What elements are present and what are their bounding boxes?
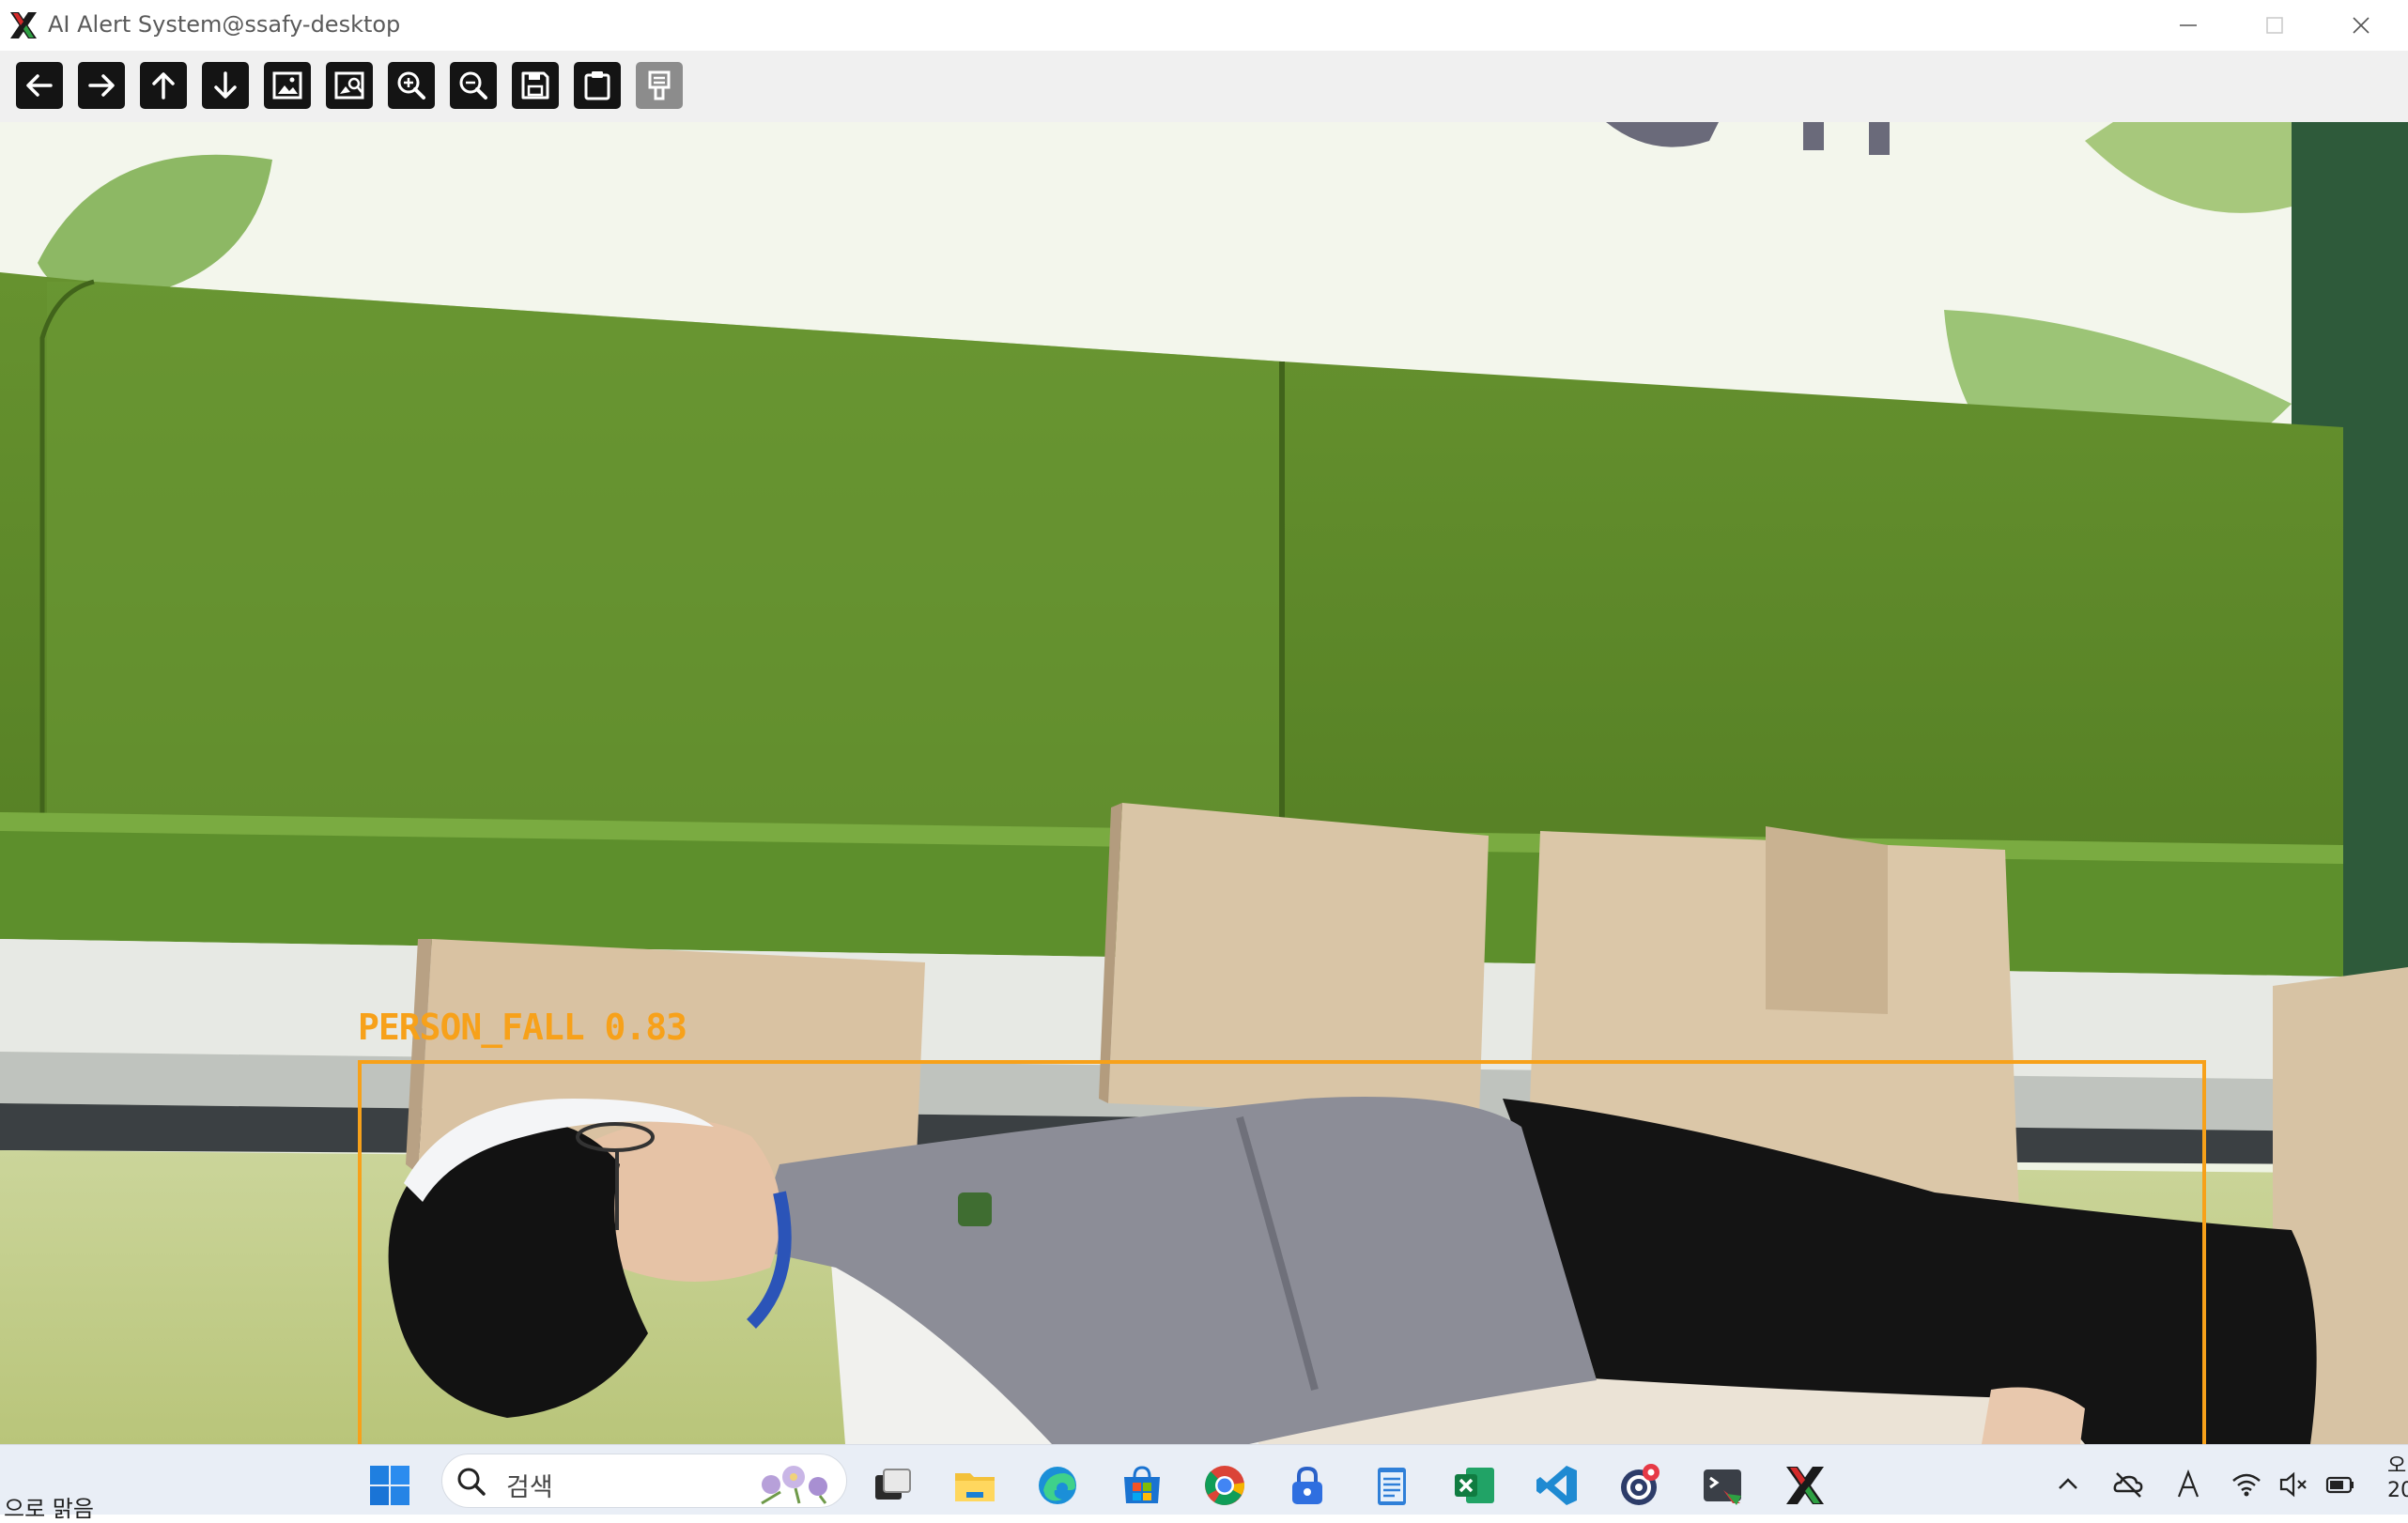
- detection-label: PERSON_FALL 0.83: [358, 1007, 687, 1048]
- wifi-icon: [2232, 1473, 2261, 1497]
- task-view-button[interactable]: [868, 1461, 917, 1510]
- search-icon: [457, 1468, 486, 1496]
- vpn-lock-button[interactable]: [1283, 1461, 1332, 1510]
- volume-tray-icon[interactable]: [2275, 1466, 2312, 1503]
- network-tray-icon[interactable]: [2228, 1466, 2265, 1503]
- maximize-button[interactable]: [2231, 0, 2318, 51]
- onedrive-offline-icon: [2113, 1472, 2143, 1498]
- zoom-in-button[interactable]: [388, 62, 435, 109]
- vscode-button[interactable]: [1533, 1461, 1582, 1510]
- start-icon: [370, 1466, 409, 1505]
- close-icon: [2353, 17, 2369, 34]
- microsoft-store-icon: [1124, 1466, 1160, 1503]
- file-explorer-button[interactable]: [950, 1461, 999, 1510]
- arrow-up-icon: [152, 72, 175, 100]
- chrome-button[interactable]: [1200, 1461, 1249, 1510]
- fit-image-button[interactable]: [264, 62, 311, 109]
- xming-button[interactable]: [1781, 1461, 1829, 1510]
- weather-widget-text[interactable]: 으로 맑음: [4, 1490, 94, 1523]
- zoom-out-icon: [459, 71, 487, 100]
- copy-to-clipboard-icon: [584, 71, 610, 100]
- image-properties-button[interactable]: [326, 62, 373, 109]
- excel-icon: [1455, 1468, 1494, 1503]
- obs-recorder-icon: [1621, 1464, 1659, 1505]
- minimize-icon: [2180, 24, 2197, 26]
- taskbar-clock[interactable]: 오 20: [2387, 1454, 2408, 1503]
- task-view-icon: [875, 1469, 911, 1500]
- taskbar-search-box[interactable]: 검색: [441, 1454, 847, 1508]
- close-button[interactable]: [2318, 0, 2404, 51]
- zoom-out-button[interactable]: [450, 62, 497, 109]
- terminal-button[interactable]: [1698, 1461, 1747, 1510]
- pan-up-button[interactable]: [140, 62, 187, 109]
- file-explorer-icon: [955, 1473, 995, 1501]
- properties-button[interactable]: [636, 62, 683, 109]
- taskbar: 으로 맑음 검색 오 20: [0, 1444, 2408, 1522]
- copy-to-clipboard-button[interactable]: [574, 62, 621, 109]
- chevron-up-icon: [2059, 1478, 2077, 1489]
- speaker-muted-icon: [2279, 1471, 2307, 1498]
- input-method-indicator[interactable]: [2169, 1466, 2207, 1503]
- image-properties-icon: [334, 71, 364, 100]
- chrome-icon: [1205, 1466, 1245, 1505]
- ime-a-icon: [2177, 1469, 2200, 1498]
- microsoft-store-button[interactable]: [1118, 1461, 1166, 1510]
- title-bar: AI Alert System@ssafy-desktop: [0, 0, 2408, 51]
- window-title: AI Alert System@ssafy-desktop: [48, 11, 401, 38]
- arrow-left-icon: [26, 74, 53, 97]
- recorder-button[interactable]: [1615, 1461, 1664, 1510]
- zoom-in-icon: [397, 71, 425, 100]
- notepad-icon: [1378, 1468, 1406, 1505]
- arrow-right-icon: [88, 74, 115, 97]
- terminal-icon: [1704, 1469, 1741, 1505]
- start-button[interactable]: [365, 1461, 414, 1510]
- vpn-lock-icon: [1292, 1466, 1322, 1504]
- battery-icon: [2325, 1476, 2354, 1494]
- show-hidden-icons-button[interactable]: [2049, 1466, 2087, 1503]
- battery-tray-icon[interactable]: [2322, 1466, 2359, 1503]
- notepad-button[interactable]: [1367, 1461, 1416, 1510]
- edge-button[interactable]: [1033, 1461, 1082, 1510]
- edge-icon: [1039, 1467, 1076, 1504]
- properties-icon: [648, 70, 671, 100]
- onedrive-tray-icon[interactable]: [2109, 1466, 2147, 1503]
- image-icon: [272, 71, 302, 100]
- image-viewer-toolbar: [0, 51, 2408, 122]
- minimize-button[interactable]: [2145, 0, 2231, 51]
- detection-bounding-box: [358, 1060, 2206, 1444]
- vscode-icon: [1536, 1466, 1577, 1505]
- pan-down-button[interactable]: [202, 62, 249, 109]
- search-placeholder: 검색: [506, 1473, 553, 1502]
- xming-x-icon: [1786, 1467, 1824, 1504]
- next-button[interactable]: [78, 62, 125, 109]
- arrow-down-icon: [214, 71, 237, 99]
- xming-x-icon: [10, 12, 37, 38]
- save-button[interactable]: [512, 62, 559, 109]
- save-icon: [521, 71, 549, 100]
- maximize-icon: [2266, 17, 2283, 34]
- search-highlight-flowers-icon: [761, 1466, 827, 1505]
- camera-image-view[interactable]: PERSON_FALL 0.83: [0, 122, 2408, 1444]
- previous-button[interactable]: [16, 62, 63, 109]
- excel-button[interactable]: [1450, 1461, 1499, 1510]
